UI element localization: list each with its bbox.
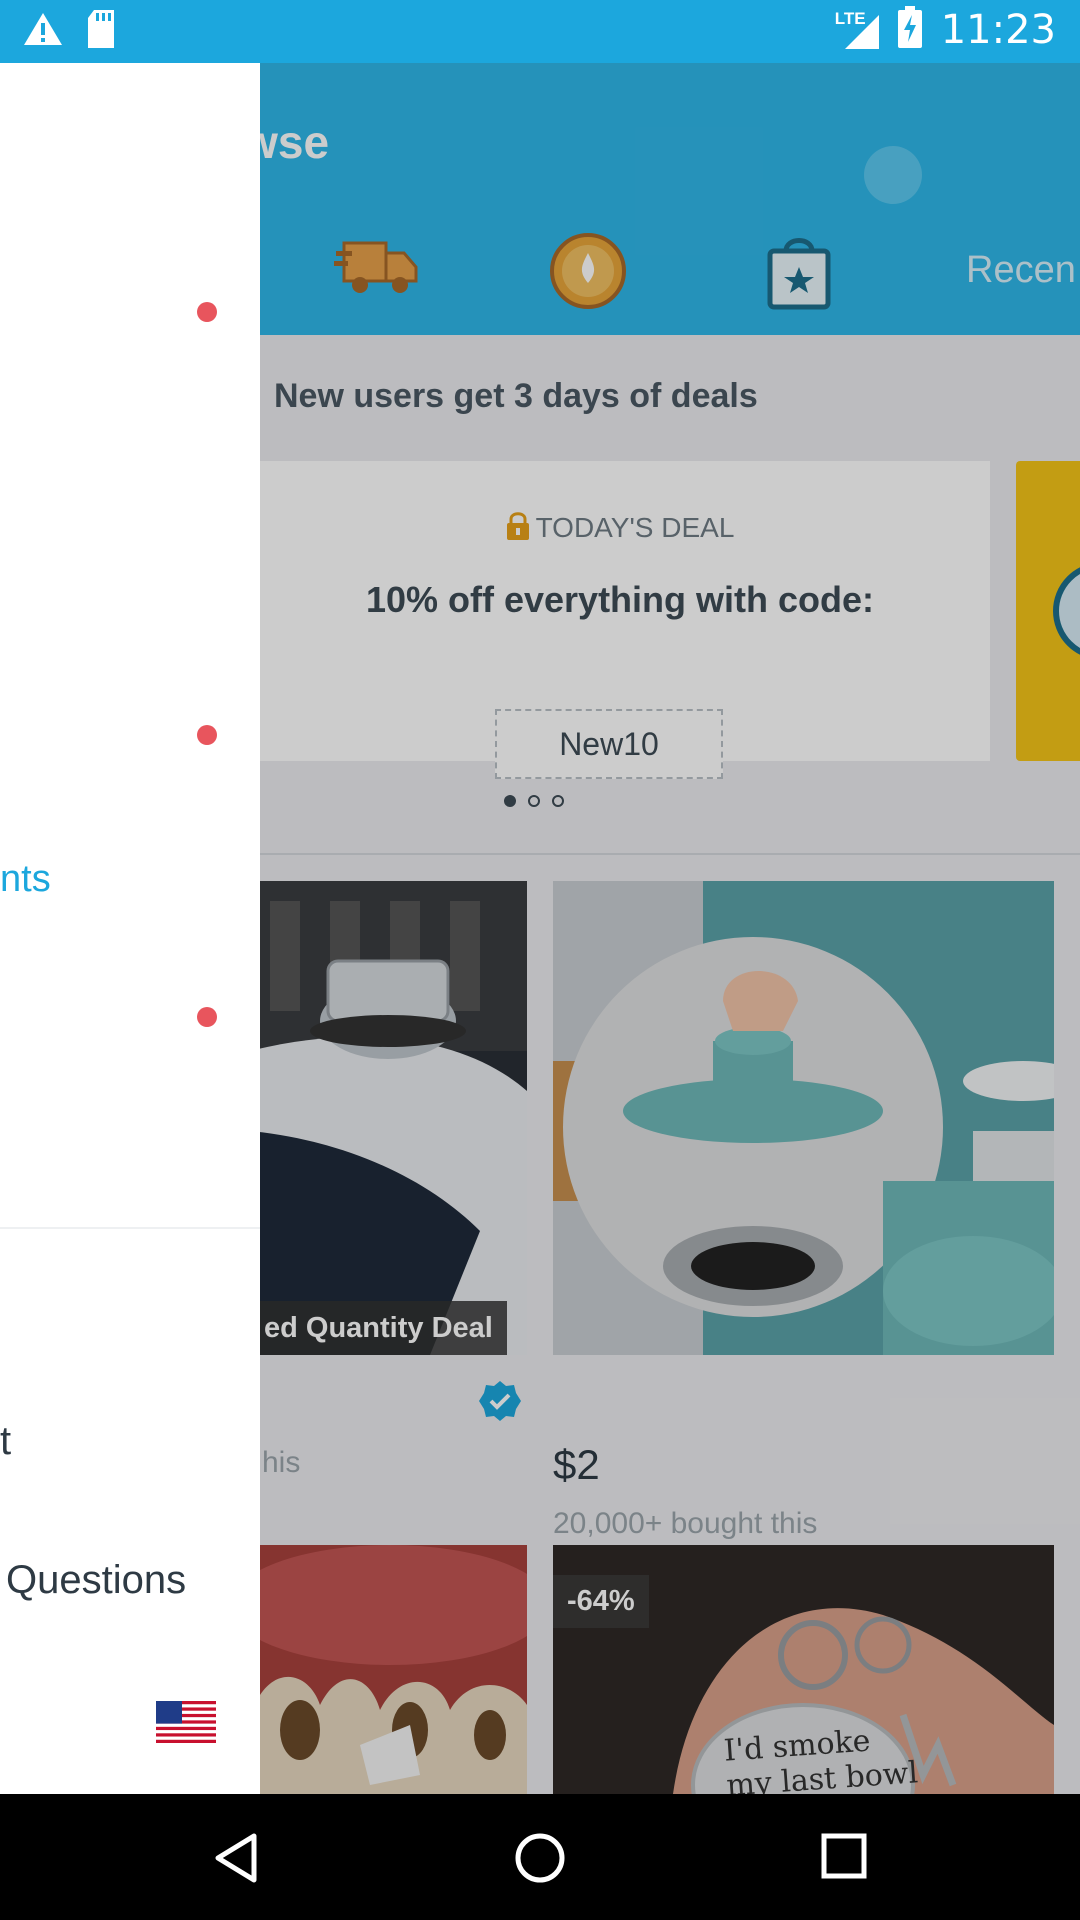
system-nav-bar	[0, 1794, 1080, 1920]
signal-icon: LTE	[835, 9, 879, 51]
notification-dot	[197, 1007, 217, 1027]
home-icon[interactable]	[514, 1832, 566, 1889]
drawer-item[interactable]: t	[0, 1419, 11, 1464]
notification-dot	[197, 302, 217, 322]
drawer-item-selected[interactable]: nts	[0, 858, 51, 901]
recents-icon[interactable]	[820, 1832, 868, 1885]
battery-charging-icon	[897, 6, 923, 53]
us-flag-icon[interactable]	[156, 1701, 216, 1748]
status-bar: LTE 11:23	[0, 0, 1080, 63]
warning-icon	[22, 11, 64, 52]
sd-card-icon	[86, 10, 116, 53]
drawer-item-questions[interactable]: Questions	[6, 1558, 186, 1603]
drawer-divider	[0, 1227, 260, 1229]
navigation-drawer: nts t Questions	[0, 63, 260, 1794]
clock: 11:23	[940, 6, 1056, 53]
back-icon[interactable]	[212, 1832, 260, 1889]
notification-dot	[197, 725, 217, 745]
